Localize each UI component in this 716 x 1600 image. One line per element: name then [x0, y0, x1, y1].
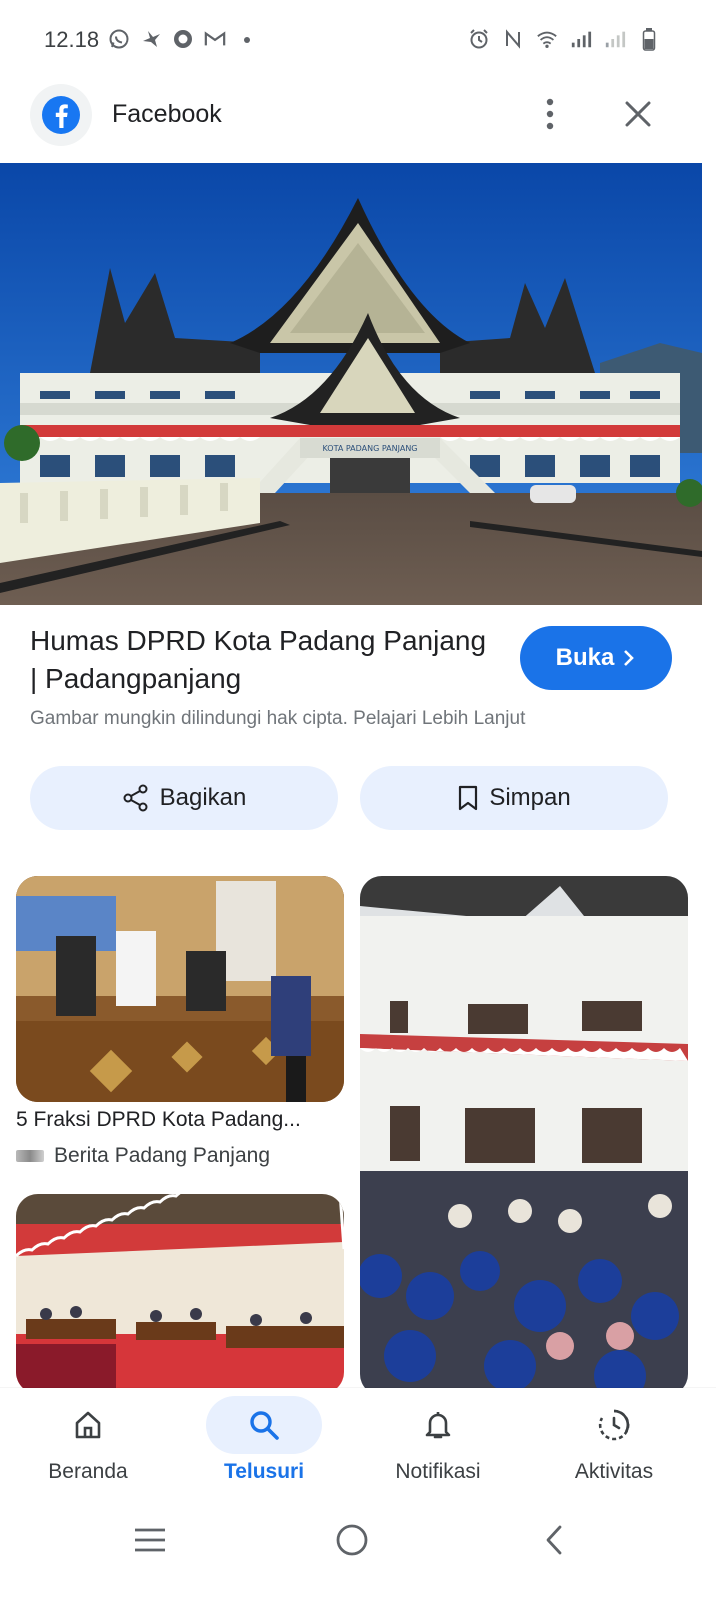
save-button-label: Simpan	[489, 784, 571, 811]
battery-icon	[638, 28, 660, 51]
nav-item-notifikasi[interactable]: Notifikasi	[350, 1388, 526, 1500]
source-title: Facebook	[112, 100, 222, 128]
whatsapp-icon	[108, 28, 130, 50]
nav-item-aktivitas[interactable]: Aktivitas	[526, 1388, 702, 1500]
related-source-label: Berita Padang Panjang	[54, 1144, 270, 1167]
main-image[interactable]: KOTA PADANG PANJANG	[0, 163, 702, 605]
bird-icon	[140, 28, 162, 50]
bell-icon	[425, 1412, 451, 1439]
building-crowd-photo	[360, 876, 688, 1396]
chevron-right-icon	[624, 650, 635, 666]
open-button[interactable]: Buka	[520, 626, 672, 690]
bookmark-icon	[459, 785, 478, 811]
nav-item-beranda[interactable]: Beranda	[0, 1388, 176, 1500]
related-image-1[interactable]	[16, 876, 344, 1102]
share-button-label: Bagikan	[159, 784, 247, 811]
share-icon	[123, 784, 148, 812]
status-time: 12.18	[44, 27, 100, 52]
assembly-hall-photo	[16, 1194, 344, 1394]
system-navigation-bar	[0, 1500, 716, 1600]
record-icon	[172, 28, 194, 50]
nav-label-telusuri: Telusuri	[223, 1460, 305, 1483]
svg-text:KOTA PADANG PANJANG: KOTA PADANG PANJANG	[322, 444, 417, 453]
gmail-icon	[204, 28, 226, 50]
save-button[interactable]: Simpan	[360, 766, 668, 830]
open-button-label: Buka	[555, 644, 615, 671]
home-circle-icon[interactable]	[322, 1510, 382, 1570]
nav-pill	[380, 1396, 496, 1454]
close-icon[interactable]	[618, 94, 658, 134]
nfc-icon	[502, 28, 524, 50]
wifi-icon	[536, 28, 558, 50]
more-vert-icon[interactable]	[536, 94, 564, 134]
council-ceremony-photo	[16, 876, 344, 1102]
signal-2-icon	[604, 28, 626, 50]
image-title[interactable]: Humas DPRD Kota Padang Panjang | Padangp…	[30, 622, 500, 698]
status-bar: 12.18	[0, 0, 716, 80]
nav-label-aktivitas: Aktivitas	[574, 1460, 654, 1483]
alarm-icon	[468, 28, 490, 50]
notification-icons	[108, 28, 258, 50]
search-icon	[250, 1411, 279, 1440]
signal-icon	[570, 28, 592, 50]
bottom-navigation: Beranda Telusuri Notifikasi Aktivitas	[0, 1388, 716, 1500]
source-favicon-icon	[16, 1150, 44, 1162]
nav-label-beranda: Beranda	[48, 1460, 128, 1483]
nav-pill	[556, 1396, 672, 1454]
related-title-1[interactable]: 5 Fraksi DPRD Kota Padang...	[16, 1108, 336, 1132]
viewer-header: Facebook	[0, 80, 716, 160]
system-status-icons	[468, 28, 660, 51]
building-illustration: KOTA PADANG PANJANG	[0, 163, 702, 605]
dot-icon	[236, 28, 258, 50]
home-icon	[75, 1411, 101, 1439]
related-source-1[interactable]: Berita Padang Panjang	[16, 1144, 270, 1168]
facebook-icon	[30, 84, 92, 146]
related-image-2[interactable]	[360, 876, 688, 1396]
back-icon[interactable]	[524, 1510, 584, 1570]
related-image-3[interactable]	[16, 1194, 344, 1394]
share-button[interactable]: Bagikan	[30, 766, 338, 830]
copyright-notice[interactable]: Gambar mungkin dilindungi hak cipta. Pel…	[30, 708, 525, 730]
nav-label-notifikasi: Notifikasi	[395, 1460, 481, 1483]
nav-item-telusuri[interactable]: Telusuri	[176, 1388, 352, 1500]
recents-icon[interactable]	[120, 1510, 180, 1570]
nav-pill-active	[206, 1396, 322, 1454]
nav-pill	[30, 1396, 146, 1454]
activity-icon	[598, 1409, 630, 1441]
